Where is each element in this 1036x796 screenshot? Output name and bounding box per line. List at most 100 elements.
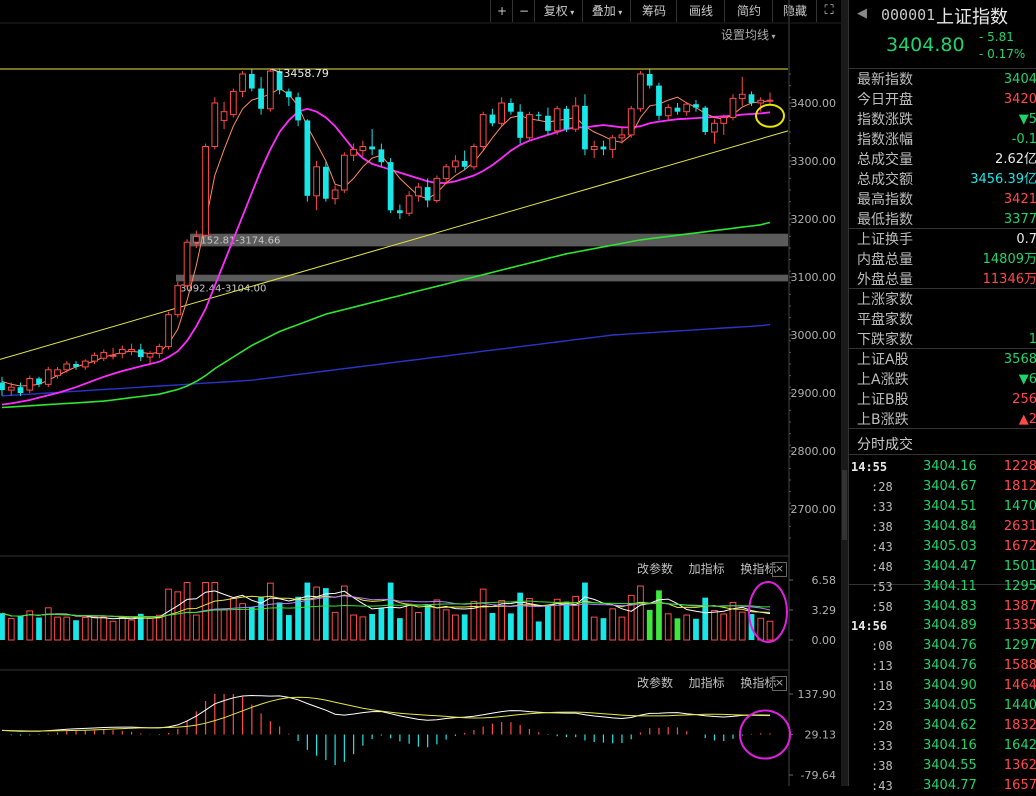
volume-ma-line bbox=[1, 590, 771, 620]
quote-row: 上证换手 0.7 bbox=[857, 230, 1036, 250]
candle-body bbox=[757, 99, 765, 104]
close-icon[interactable]: × bbox=[772, 562, 787, 577]
quote-row: 上证A股 3568 bbox=[857, 350, 1036, 370]
volume-bar bbox=[220, 608, 228, 641]
candle-body bbox=[405, 195, 413, 214]
quote-label: 内盘总量 bbox=[857, 252, 913, 268]
volume-bar bbox=[340, 585, 348, 641]
tick-row: :43 3404.77 1657 bbox=[849, 776, 1036, 796]
change-params-button[interactable]: 改参数 bbox=[637, 562, 673, 576]
candle-body bbox=[220, 111, 228, 121]
candle-body bbox=[656, 85, 662, 116]
candle-body bbox=[563, 108, 570, 130]
quote-value: 3568 bbox=[1003, 352, 1036, 367]
close-icon[interactable]: × bbox=[772, 676, 787, 691]
tick-price: 3404.16 bbox=[923, 459, 977, 474]
divider bbox=[849, 68, 1036, 69]
volume-ma-line bbox=[1, 600, 771, 618]
candle-body bbox=[137, 349, 144, 358]
tick-row: :53 3404.11 1295 bbox=[849, 577, 1036, 597]
candle-body bbox=[637, 73, 644, 110]
volume-bar bbox=[387, 582, 394, 640]
candle-body bbox=[582, 105, 588, 150]
tick-row: 14:55 3404.16 1228 bbox=[849, 457, 1036, 477]
candle-body bbox=[387, 162, 394, 211]
quote-value: 3420 bbox=[1003, 92, 1036, 107]
stock-name: 上证指数 bbox=[936, 7, 1008, 28]
quote-row: 平盘家数 bbox=[857, 310, 1036, 330]
add-indicator-button[interactable]: 加指标 bbox=[689, 562, 725, 576]
tick-row: :18 3404.90 1464 bbox=[849, 676, 1036, 696]
candle-body bbox=[545, 115, 551, 131]
candle-body bbox=[304, 120, 311, 196]
tick-time: :33 bbox=[871, 500, 893, 514]
switch-indicator-button[interactable]: 换指标 bbox=[740, 676, 776, 690]
candle-body bbox=[340, 154, 348, 191]
candle-body bbox=[44, 369, 52, 385]
volume-bar bbox=[304, 582, 311, 640]
volume-bar bbox=[508, 613, 514, 640]
volume-bar bbox=[683, 614, 691, 641]
y-tick-label: 2700.00 bbox=[791, 503, 837, 516]
tick-price: 3404.77 bbox=[923, 778, 977, 793]
quote-value: 3456.39亿 bbox=[970, 172, 1036, 187]
change-params-button[interactable]: 改参数 bbox=[637, 676, 673, 690]
candle-body bbox=[424, 187, 431, 201]
volume-bar bbox=[295, 596, 301, 640]
add-indicator-button[interactable]: 加指标 bbox=[689, 676, 725, 690]
quote-value: 256 bbox=[1012, 392, 1036, 407]
candle-body bbox=[63, 363, 71, 371]
tick-price: 3404.62 bbox=[923, 718, 977, 733]
candle-body bbox=[73, 364, 79, 367]
candle-body bbox=[590, 146, 598, 150]
candle-body bbox=[479, 114, 487, 147]
quote-label: 今日开盘 bbox=[857, 92, 913, 108]
tick-price: 3404.16 bbox=[923, 738, 977, 753]
divider bbox=[849, 348, 1036, 349]
divider bbox=[849, 288, 1036, 289]
candle-body bbox=[146, 353, 154, 358]
divider bbox=[849, 228, 1036, 229]
switch-indicator-button[interactable]: 换指标 bbox=[740, 562, 776, 576]
volume-bar bbox=[118, 617, 126, 641]
tick-row: 14:56 3404.89 1335 bbox=[849, 616, 1036, 636]
tick-volume: 1642 bbox=[1003, 738, 1036, 753]
highlight-circle bbox=[739, 709, 791, 760]
volume-bar bbox=[405, 603, 413, 641]
candle-body bbox=[489, 114, 496, 124]
volume-bar bbox=[442, 609, 450, 641]
volume-bar bbox=[146, 617, 154, 641]
tick-row: :23 3404.05 1440 bbox=[849, 696, 1036, 716]
candle-body bbox=[627, 108, 635, 136]
quote-label: 上证B股 bbox=[857, 392, 909, 408]
quote-row: 下跌家数 1 bbox=[857, 330, 1036, 350]
volume-bar bbox=[489, 612, 496, 640]
candle-body bbox=[331, 189, 339, 200]
volume-bar bbox=[7, 618, 15, 641]
candle-body bbox=[683, 103, 691, 113]
candle-body bbox=[276, 71, 283, 91]
candle-body bbox=[0, 382, 5, 391]
scrollbar-thumb[interactable] bbox=[842, 470, 847, 540]
volume-bar bbox=[479, 588, 487, 641]
volume-bar bbox=[415, 612, 422, 641]
candle-body bbox=[702, 107, 709, 132]
back-arrow-icon[interactable]: ◀ bbox=[857, 6, 867, 21]
tick-price: 3404.76 bbox=[923, 658, 977, 673]
volume-ma-line bbox=[1, 594, 771, 619]
tick-time: :33 bbox=[871, 739, 893, 753]
candle-body bbox=[535, 114, 542, 116]
quote-value: 3421 bbox=[1003, 192, 1036, 207]
vertical-scrollbar[interactable] bbox=[841, 0, 848, 786]
tick-time: :13 bbox=[871, 659, 893, 673]
volume-bar bbox=[600, 618, 607, 640]
candle-body bbox=[729, 97, 737, 118]
ticks-header: 分时成交 bbox=[857, 437, 913, 453]
divider bbox=[849, 428, 1036, 429]
quote-label: 上B涨跌 bbox=[857, 412, 909, 428]
candle-body bbox=[118, 349, 126, 355]
candle-body bbox=[415, 186, 422, 197]
ma20-line bbox=[1, 221, 771, 409]
quote-value: -0.1 bbox=[1011, 132, 1036, 147]
quote-row: 上涨家数 bbox=[857, 290, 1036, 310]
